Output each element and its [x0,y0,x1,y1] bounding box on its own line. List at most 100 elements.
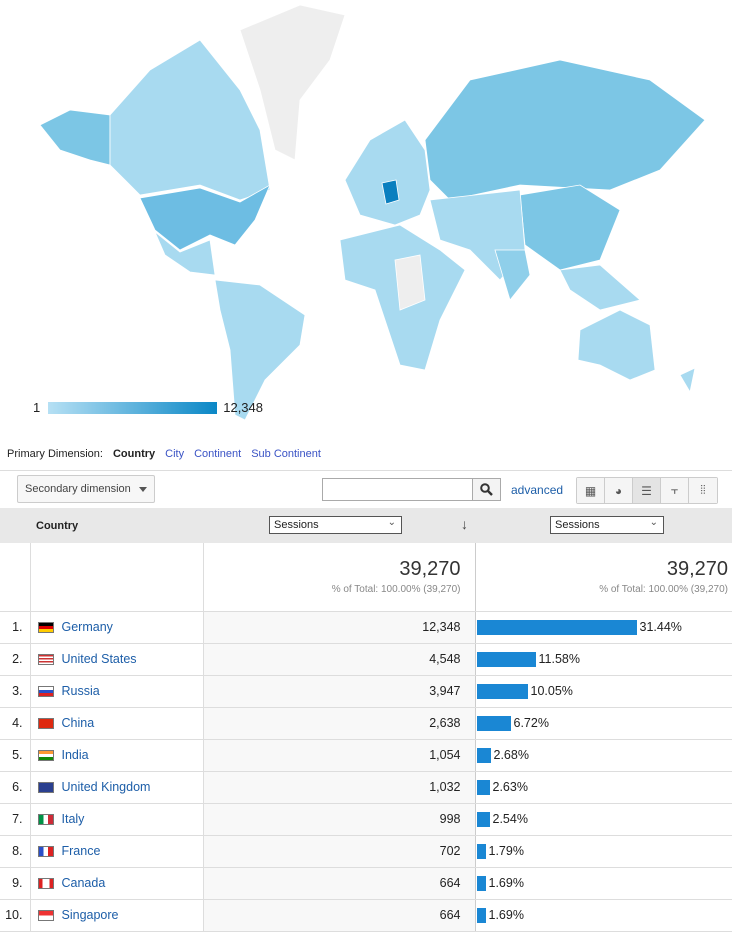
flag-ru-icon [37,686,54,698]
pivot-icon: ⦙⦙ [700,483,706,497]
dimension-city[interactable]: City [165,448,184,460]
flag-cn-icon [37,718,54,730]
country-link[interactable]: Canada [62,876,106,890]
row-rank: 3. [0,675,31,708]
percentage-value: 1.79% [488,844,524,859]
percentage-bar [476,779,490,795]
chevron-down-icon: ⌄ [649,517,658,528]
row-rank: 5. [0,739,31,772]
country-link[interactable]: China [62,716,95,730]
country-link[interactable]: United Kingdom [62,780,151,794]
total-pct-1: % of Total: 100.00% (39,270) [331,584,461,596]
secondary-dimension-dropdown[interactable]: Secondary dimension [17,475,155,503]
country-column-header[interactable]: Country [36,520,78,532]
legend-max: 12,348 [223,400,263,415]
secondary-dimension-label: Secondary dimension [25,483,131,495]
sessions-value: 702 [203,835,476,868]
sessions-value: 998 [203,803,476,836]
country-link[interactable]: Italy [62,812,85,826]
country-link[interactable]: France [62,844,101,858]
legend-min: 1 [33,400,41,415]
totals-row: 39,270 % of Total: 100.00% (39,270) 39,27… [0,543,732,612]
data-table: 39,270 % of Total: 100.00% (39,270) 39,27… [0,543,732,932]
map-nz [679,367,696,394]
flag-it-icon [37,814,54,826]
table-row: 1. Germany 12,348 31.44% [0,611,732,644]
dimension-continent[interactable]: Continent [194,448,241,460]
percentage-bar [476,715,511,731]
sort-desc-icon[interactable]: ↓ [461,516,468,532]
table-row: 7. Italy 998 2.54% [0,803,732,836]
metric-select-2[interactable]: Sessions ⌄ [550,516,664,534]
country-link[interactable]: Russia [62,684,100,698]
total-value-2: 39,270 [666,558,728,581]
percentage-value: 2.63% [492,780,528,795]
dimension-sub-continent[interactable]: Sub Continent [251,448,321,460]
percentage-value: 6.72% [513,716,549,731]
table-row: 6. United Kingdom 1,032 2.63% [0,771,732,804]
table-row: 2. United States 4,548 11.58% [0,643,732,676]
comparison-view-button[interactable]: ⫟ [661,478,689,503]
search-icon [480,483,493,496]
map-south-america [214,279,306,421]
sessions-value: 2,638 [203,707,476,740]
country-link[interactable]: Germany [62,620,113,634]
search-button[interactable] [473,478,501,501]
map-alaska [39,109,111,166]
percentage-value: 1.69% [488,908,524,923]
row-rank: 6. [0,771,31,804]
bar-icon: ☰ [641,483,652,498]
flag-gb-icon [37,782,54,794]
country-link[interactable]: Singapore [62,908,119,922]
map-africa-nodata [394,254,426,311]
sessions-value: 1,032 [203,771,476,804]
legend-gradient [48,401,218,414]
percentage-view-button[interactable]: ☰ [633,478,661,503]
percentage-value: 31.44% [639,620,682,635]
percentage-bar [476,683,528,699]
percentage-value: 10.05% [530,684,573,699]
flag-us-icon [37,654,54,666]
grid-icon: ▦ [584,483,597,498]
flag-ca-icon [37,878,54,890]
percentage-bar [476,811,490,827]
flag-de-icon [37,622,54,634]
pie-icon: ◕ [614,483,623,498]
chevron-down-icon: ⌄ [387,517,396,528]
table-row: 4. China 2,638 6.72% [0,707,732,740]
advanced-link[interactable]: advanced [511,483,563,497]
pie-view-button[interactable]: ◕ [605,478,633,503]
metric-select-1[interactable]: Sessions ⌄ [269,516,402,534]
percentage-bar [476,875,486,891]
flag-in-icon [37,750,54,762]
sessions-value: 4,548 [203,643,476,676]
row-rank: 4. [0,707,31,740]
metric-label-1: Sessions [274,519,319,531]
primary-dimension-bar: Primary Dimension: Country City Continen… [7,448,331,460]
row-rank: 9. [0,867,31,900]
row-rank: 1. [0,611,31,644]
dimension-country[interactable]: Country [113,448,155,460]
search-input[interactable] [322,478,473,501]
world-map[interactable] [0,0,732,430]
sessions-value: 12,348 [203,611,476,644]
table-header: Country Sessions ⌄ ↓ Sessions ⌄ [0,508,732,543]
country-link[interactable]: United States [62,652,137,666]
divider [0,470,732,471]
pivot-view-button[interactable]: ⦙⦙ [689,478,717,503]
percentage-bar [476,747,491,763]
percentage-bar [476,619,637,635]
percentage-bar [476,843,486,859]
map-legend: 1 12,348 [33,400,263,415]
percentage-value: 11.58% [538,652,580,667]
map-china [519,184,621,271]
row-rank: 2. [0,643,31,676]
table-row: 9. Canada 664 1.69% [0,867,732,900]
percentage-bar [476,907,486,923]
flag-fr-icon [37,846,54,858]
country-link[interactable]: India [62,748,89,762]
map-canada [109,39,271,201]
table-row: 5. India 1,054 2.68% [0,739,732,772]
total-pct-2: % of Total: 100.00% (39,270) [599,584,728,596]
grid-view-button[interactable]: ▦ [577,478,605,503]
